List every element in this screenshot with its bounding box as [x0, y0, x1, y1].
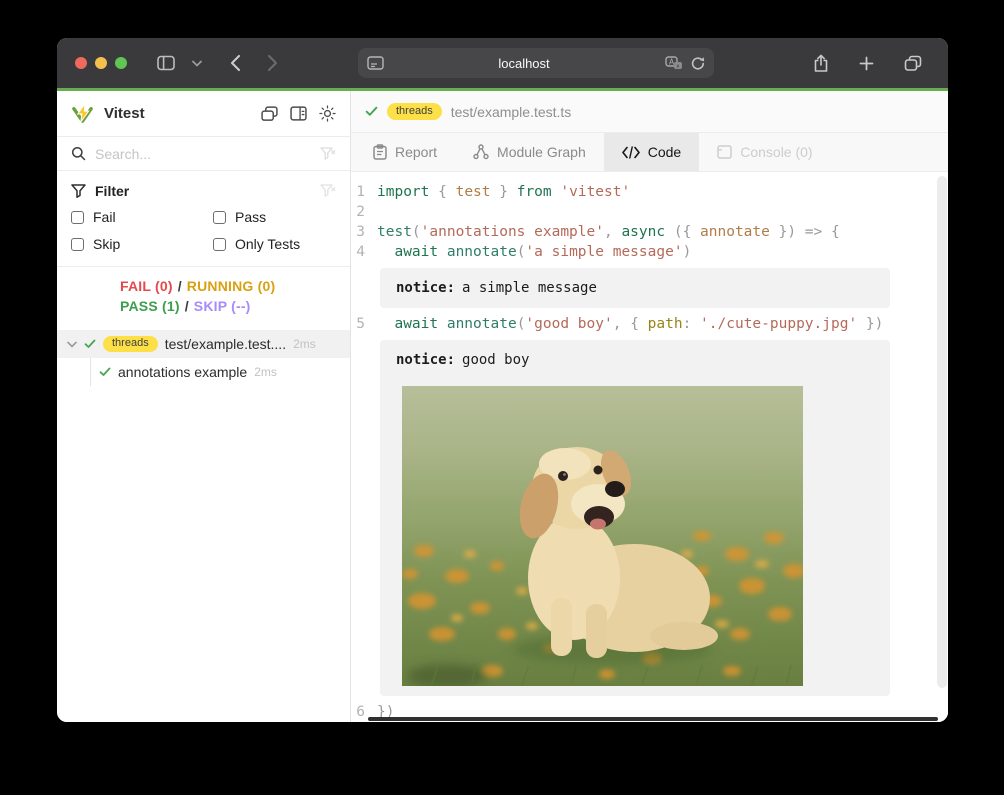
annotation-type: notice: [396, 352, 455, 368]
puppy-image [402, 386, 803, 686]
horizontal-scrollbar[interactable] [368, 717, 938, 721]
pool-badge: threads [387, 103, 442, 119]
checkbox-skip[interactable] [71, 238, 84, 251]
test-file-duration: 2ms [293, 337, 316, 351]
pass-check-icon [99, 367, 111, 377]
chevron-left-icon [230, 54, 241, 72]
checkbox-skip-label: Skip [93, 236, 120, 252]
tab-code[interactable]: Code [604, 133, 699, 171]
pass-count: PASS (1) [120, 296, 180, 316]
search-row [57, 137, 350, 171]
test-case-name: annotations example [118, 364, 247, 380]
pool-badge: threads [103, 336, 158, 352]
annotation-notice: notice: good boy [380, 340, 890, 696]
tab-report[interactable]: Report [355, 133, 455, 171]
dashboard-icon[interactable] [290, 106, 307, 121]
toolbar-right-buttons [805, 48, 930, 78]
tab-console: Console (0) [699, 133, 830, 171]
plus-icon [859, 56, 874, 71]
sidebar-toggle-button[interactable] [149, 48, 184, 78]
search-icon [71, 146, 86, 161]
app-title: Vitest [104, 105, 251, 122]
checkbox-fail-label: Fail [93, 209, 116, 225]
chevron-down-icon [192, 60, 202, 67]
new-tab-button[interactable] [851, 48, 882, 78]
checkbox-fail[interactable] [71, 211, 84, 224]
sidebar: Vitest Filter Fail [57, 91, 351, 722]
tab-bar: Report Module Graph Code Console (0) [351, 133, 948, 172]
browser-window: localhost Ax Vitest [57, 38, 948, 722]
checkbox-only-tests[interactable] [213, 238, 226, 251]
tab-overview-button[interactable] [896, 48, 930, 78]
filter-section: Filter Fail Pass Skip Only Tests [57, 171, 350, 267]
window-controls [75, 57, 127, 69]
sidebar-header: Vitest [57, 91, 350, 137]
minimize-button[interactable] [95, 57, 107, 69]
tab-module-graph[interactable]: Module Graph [455, 133, 604, 171]
vertical-scrollbar[interactable] [937, 176, 947, 688]
code-line-1: 1import { test } from 'vitest' [351, 182, 948, 202]
test-tree: threads test/example.test.... 2ms annota… [57, 330, 350, 386]
theme-toggle-sun-icon[interactable] [319, 105, 336, 122]
checkbox-only-tests-label: Only Tests [235, 236, 300, 252]
code-line-4: 4 await annotate('a simple message') [351, 242, 948, 262]
filter-funnel-icon [71, 184, 86, 198]
code-icon [622, 146, 640, 159]
sidebar-icon [157, 55, 176, 71]
website-settings-icon [367, 56, 384, 70]
back-button[interactable] [222, 48, 249, 78]
chevron-right-icon [267, 54, 278, 72]
fail-count: FAIL (0) [120, 276, 173, 296]
share-icon [813, 54, 829, 73]
share-button[interactable] [805, 48, 837, 78]
console-icon [717, 145, 732, 159]
annotation-type: notice: [396, 280, 455, 296]
sidebar-menu-chevron[interactable] [184, 48, 210, 78]
pass-check-icon [84, 339, 96, 349]
report-clipboard-icon [373, 144, 387, 160]
forward-button[interactable] [259, 48, 286, 78]
code-line-3: 3test('annotations example', async ({ an… [351, 222, 948, 242]
checkbox-pass-label: Pass [235, 209, 266, 225]
file-header: threads test/example.test.ts [351, 91, 948, 133]
checkbox-pass[interactable] [213, 211, 226, 224]
close-button[interactable] [75, 57, 87, 69]
address-bar[interactable]: localhost Ax [358, 48, 714, 78]
translate-icon[interactable]: Ax [665, 56, 684, 70]
pass-check-icon [365, 106, 378, 117]
clear-filter-icon[interactable] [320, 184, 336, 198]
test-case-row[interactable]: annotations example 2ms [91, 358, 350, 386]
code-viewer[interactable]: 1import { test } from 'vitest' 2 3test('… [351, 172, 948, 722]
run-status-summary: FAIL (0) / RUNNING (0) PASS (1) / SKIP (… [57, 267, 350, 324]
code-line-2: 2 [351, 202, 948, 222]
code-line-5: 5 await annotate('good boy', { path: './… [351, 314, 948, 334]
test-file-row[interactable]: threads test/example.test.... 2ms [57, 330, 350, 358]
search-input[interactable] [95, 146, 311, 162]
clear-search-filter-icon[interactable] [320, 147, 336, 161]
browser-toolbar: localhost Ax [57, 38, 948, 88]
main-panel: threads test/example.test.ts Report Modu… [351, 91, 948, 722]
filter-title: Filter [95, 183, 311, 199]
chevron-down-icon[interactable] [67, 341, 77, 348]
reload-icon[interactable] [691, 56, 705, 71]
vitest-logo [71, 103, 94, 124]
module-graph-icon [473, 144, 489, 160]
annotation-message: a simple message [462, 280, 597, 296]
running-count: RUNNING (0) [187, 276, 276, 296]
annotation-message: good boy [462, 352, 529, 368]
url-text: localhost [384, 56, 665, 71]
test-case-duration: 2ms [254, 365, 277, 379]
test-file-name: test/example.test.... [165, 336, 286, 352]
zoom-button[interactable] [115, 57, 127, 69]
file-path: test/example.test.ts [451, 104, 572, 120]
collapse-panels-icon[interactable] [261, 106, 278, 122]
skip-count: SKIP (--) [194, 296, 251, 316]
tabs-overview-icon [904, 55, 922, 72]
annotation-notice: notice: a simple message [380, 268, 890, 308]
